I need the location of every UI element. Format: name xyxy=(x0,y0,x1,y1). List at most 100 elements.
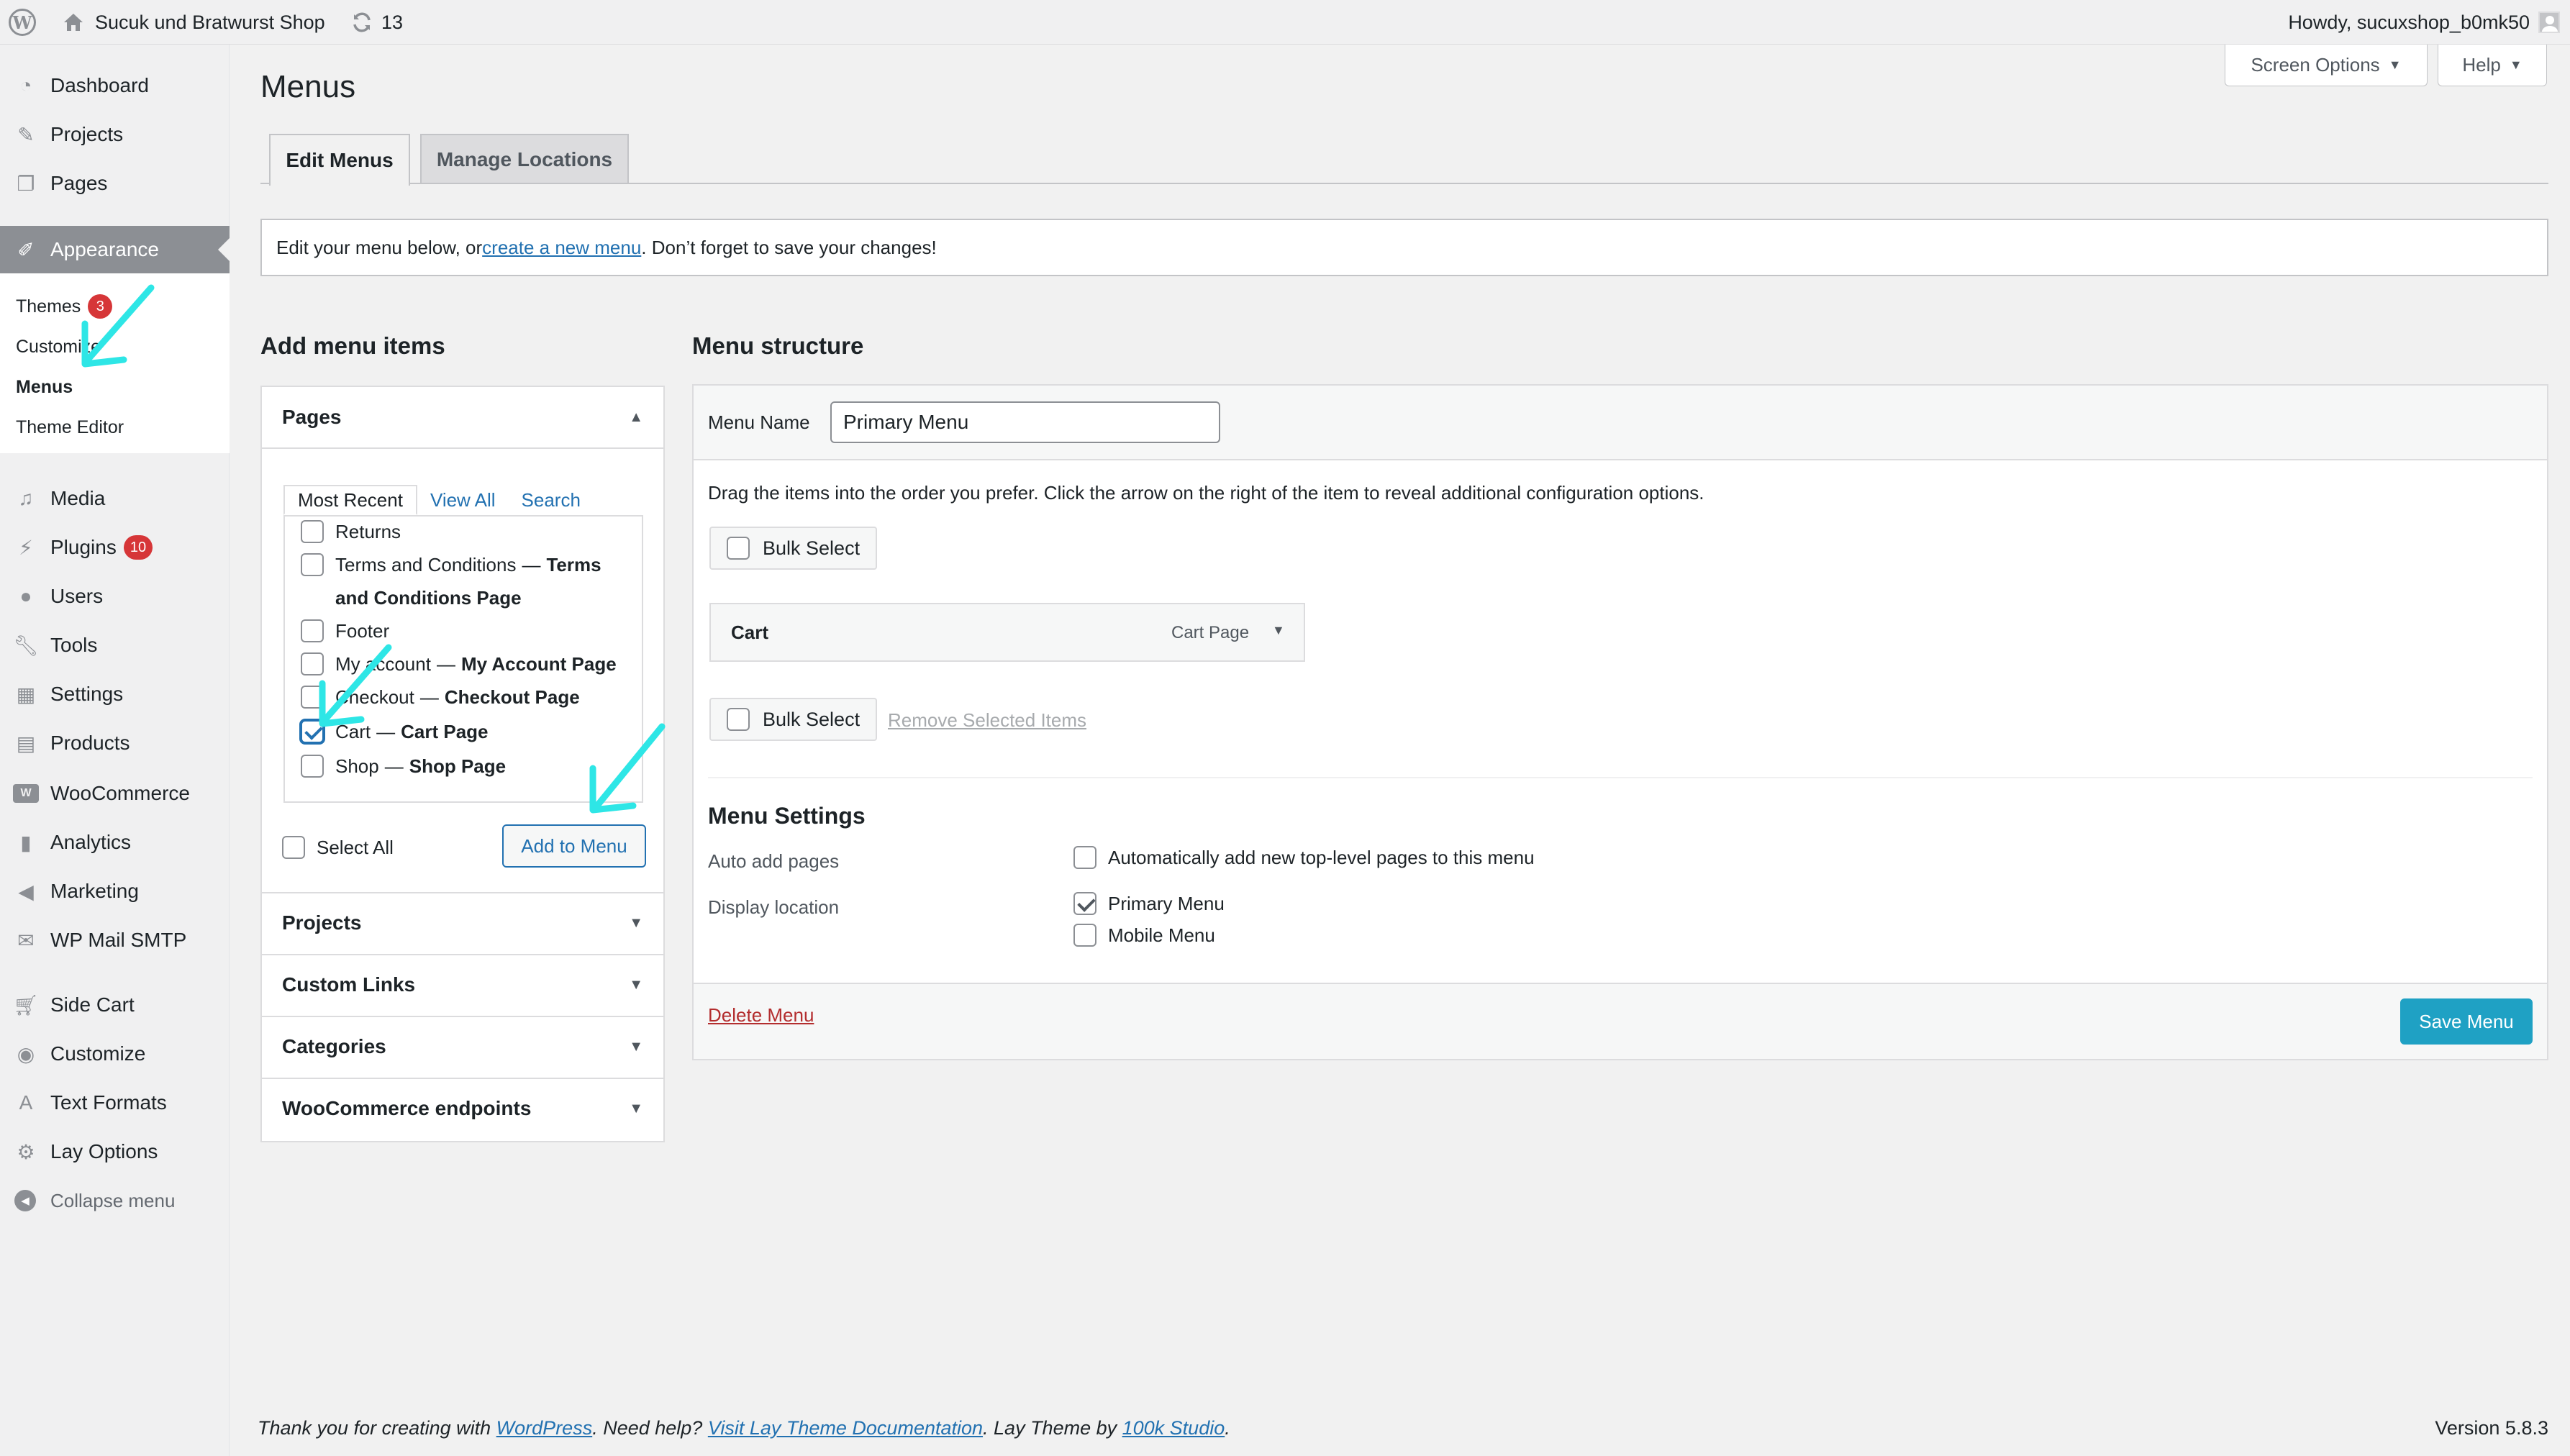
auto-add-option[interactable]: Automatically add new top-level pages to… xyxy=(1073,846,1535,869)
account-menu[interactable]: Howdy, sucuxshop_b0mk50 xyxy=(2288,0,2560,45)
select-all-checkbox[interactable] xyxy=(282,836,305,859)
list-item[interactable]: Cart — Cart Page xyxy=(301,715,632,748)
refresh-icon xyxy=(353,12,371,32)
subtab-label: Search xyxy=(521,488,581,511)
sidebar-item-marketing[interactable]: ◀ Marketing xyxy=(0,868,230,915)
mobile-menu-checkbox[interactable] xyxy=(1073,924,1096,947)
tab-most-recent[interactable]: Most Recent xyxy=(283,485,417,515)
submenu-item-menus[interactable]: Menus xyxy=(16,373,73,401)
sidebar-item-products[interactable]: ▤ Products xyxy=(0,719,230,767)
location-primary-menu[interactable]: Primary Menu xyxy=(1073,892,1225,915)
categories-section-header[interactable]: Categories ▼ xyxy=(262,1016,663,1076)
list-item[interactable]: My account — My Account Page xyxy=(301,647,632,681)
bulk-select-checkbox[interactable] xyxy=(727,708,750,731)
bulk-select-checkbox[interactable] xyxy=(727,537,750,560)
location-mobile-menu[interactable]: Mobile Menu xyxy=(1073,924,1215,947)
tab-edit-menus[interactable]: Edit Menus xyxy=(269,134,410,186)
auto-add-label: Auto add pages xyxy=(708,850,840,872)
auto-add-checkbox[interactable] xyxy=(1073,846,1096,869)
create-new-menu-link[interactable]: create a new menu xyxy=(482,237,641,259)
page-checkbox[interactable] xyxy=(301,553,324,576)
help-button[interactable]: Help ▼ xyxy=(2438,45,2547,86)
page-checkbox[interactable] xyxy=(301,652,324,675)
submenu-item-theme-editor[interactable]: Theme Editor xyxy=(16,413,124,442)
list-item[interactable]: Terms and Conditions — Terms and Condition… xyxy=(301,548,632,614)
sidebar-item-customize[interactable]: ◉ Customize xyxy=(0,1030,230,1078)
tab-divider xyxy=(260,183,2548,184)
sidebar-item-lay-options[interactable]: ⚙ Lay Options xyxy=(0,1128,230,1175)
menu-item-cart[interactable]: Cart Cart Page ▼ xyxy=(709,603,1305,662)
add-to-menu-button[interactable]: Add to Menu xyxy=(502,824,646,868)
delete-menu-link[interactable]: Delete Menu xyxy=(708,1004,814,1027)
screen-options-button[interactable]: Screen Options ▼ xyxy=(2225,45,2428,86)
sidebar-item-users[interactable]: ● Users xyxy=(0,573,230,620)
submenu-label: Menus xyxy=(16,376,73,397)
sidebar-item-text-formats[interactable]: A Text Formats xyxy=(0,1079,230,1127)
list-item[interactable]: Returns xyxy=(301,517,632,548)
sidebar-item-dashboard[interactable]: ◔ Dashboard xyxy=(0,62,230,109)
submenu-label: Customize xyxy=(16,336,101,357)
remove-selected-items-link[interactable]: Remove Selected Items xyxy=(888,709,1086,732)
sidebar-item-label: Appearance xyxy=(50,238,160,260)
updates-link[interactable]: 13 xyxy=(351,0,403,45)
sidebar-item-tools[interactable]: 🔧︎ Tools xyxy=(0,622,230,669)
sidebar-item-wp-mail-smtp[interactable]: ✉ WP Mail SMTP xyxy=(0,916,230,964)
caret-down-icon: ▼ xyxy=(629,1038,643,1055)
projects-section-header[interactable]: Projects ▼ xyxy=(262,892,663,952)
page-checkbox-checked[interactable] xyxy=(301,720,324,743)
pages-section-header[interactable]: Pages ▲ xyxy=(262,387,663,449)
page-name: Cart xyxy=(335,721,371,742)
site-name-link[interactable]: Sucuk und Bratwurst Shop xyxy=(62,0,325,45)
submenu-item-themes[interactable]: Themes 3 xyxy=(16,292,113,321)
tab-manage-locations[interactable]: Manage Locations xyxy=(420,134,629,184)
sidebar-item-pages[interactable]: ❐ Pages xyxy=(0,160,230,207)
primary-menu-checkbox[interactable] xyxy=(1073,892,1096,915)
collapse-menu-button[interactable]: ◀ Collapse menu xyxy=(0,1177,230,1224)
page-checkbox[interactable] xyxy=(301,686,324,709)
pages-checklist[interactable]: Returns Terms and Conditions — Terms and C… xyxy=(283,515,643,803)
sidebar-item-woocommerce[interactable]: W WooCommerce xyxy=(0,770,230,817)
sidebar-item-media[interactable]: ♫ Media xyxy=(0,475,230,522)
list-item[interactable]: Shop — Shop Page xyxy=(301,750,632,783)
tab-search[interactable]: Search xyxy=(509,485,594,515)
sidebar-item-projects[interactable]: ✎ Projects xyxy=(0,111,230,158)
bulk-select-bottom[interactable]: Bulk Select xyxy=(709,698,878,741)
sidebar-item-plugins[interactable]: ⚡ Plugins 10 xyxy=(0,524,230,571)
woocommerce-endpoints-section-header[interactable]: WooCommerce endpoints ▼ xyxy=(262,1078,663,1138)
documentation-link[interactable]: Visit Lay Theme Documentation xyxy=(708,1417,983,1439)
dashboard-icon: ◔ xyxy=(19,74,32,96)
page-checkbox[interactable] xyxy=(301,755,324,778)
info-notice: Edit your menu below, or create a new me… xyxy=(260,219,2548,276)
submenu-item-customize[interactable]: Customize xyxy=(16,332,101,361)
sidebar-item-label: Settings xyxy=(50,683,124,705)
page-checkbox[interactable] xyxy=(301,619,324,642)
wordpress-logo-icon[interactable]: W xyxy=(9,0,36,45)
wordpress-link[interactable]: WordPress xyxy=(496,1417,593,1439)
sidebar-item-appearance[interactable]: ✐ Appearance xyxy=(0,226,230,273)
sidebar-item-label: Media xyxy=(50,487,106,509)
sidebar-item-label: Pages xyxy=(50,172,108,194)
screen-options-label: Screen Options xyxy=(2251,54,2380,76)
page-name: Checkout xyxy=(335,686,414,708)
page-name: Terms and Conditions xyxy=(335,554,517,575)
page-checkbox[interactable] xyxy=(301,520,324,543)
bulk-select-top[interactable]: Bulk Select xyxy=(709,527,878,570)
sidebar-item-analytics[interactable]: ▮ Analytics xyxy=(0,819,230,866)
list-item[interactable]: Footer xyxy=(301,614,632,647)
location-label: Mobile Menu xyxy=(1108,924,1215,946)
tab-view-all[interactable]: View All xyxy=(417,485,509,515)
brush-icon: ✐ xyxy=(17,238,35,261)
users-icon: ● xyxy=(19,585,32,607)
sidebar-item-settings[interactable]: ▦ Settings xyxy=(0,670,230,718)
sidebar-item-side-cart[interactable]: 🛒︎ Side Cart xyxy=(0,981,230,1029)
item-expand-caret-icon[interactable]: ▼ xyxy=(1272,623,1285,638)
list-item[interactable]: Checkout — Checkout Page xyxy=(301,681,632,714)
menu-name-input[interactable] xyxy=(830,401,1220,443)
save-menu-button[interactable]: Save Menu xyxy=(2400,998,2533,1045)
mail-icon: ✉ xyxy=(17,929,35,952)
bulk-select-label: Bulk Select xyxy=(763,708,861,730)
select-all-row[interactable]: Select All xyxy=(282,836,394,859)
custom-links-section-header[interactable]: Custom Links ▼ xyxy=(262,954,663,1014)
studio-link[interactable]: 100k Studio xyxy=(1122,1417,1225,1439)
menu-name-label: Menu Name xyxy=(708,411,810,433)
